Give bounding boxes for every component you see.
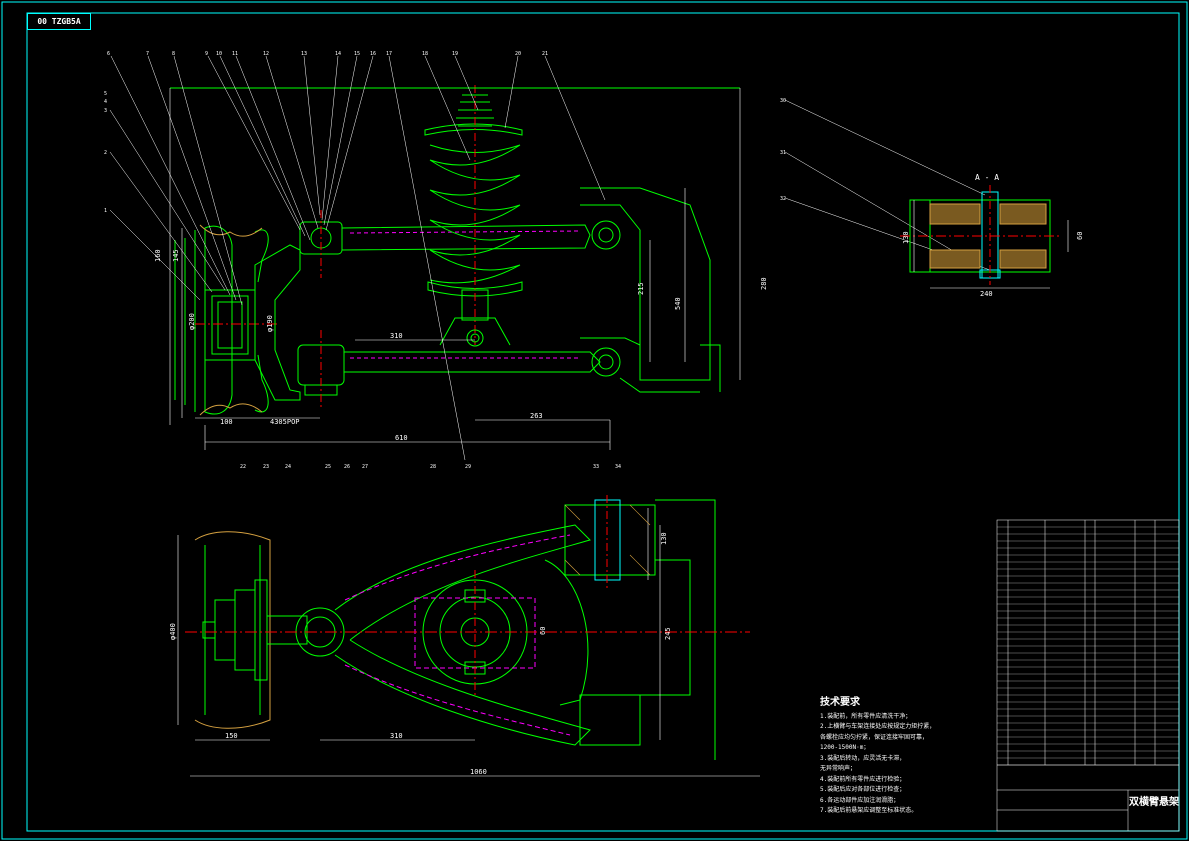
note-line: 无异常响声； xyxy=(820,765,857,772)
balloon-18: 18 xyxy=(422,51,428,57)
front-dim-text: 160 145 310 215 540 280 263 610 100 4305… xyxy=(154,249,768,442)
balloon-29: 29 xyxy=(465,464,471,470)
dim-310-plan: 310 xyxy=(390,732,403,740)
balloon-22: 22 xyxy=(240,464,246,470)
balloon-11: 11 xyxy=(232,51,238,57)
note-line: 1.装配前，所有零件应清洗干净； xyxy=(820,712,912,720)
dim-100: 100 xyxy=(220,418,233,426)
notes-title: 技术要求 xyxy=(820,697,860,708)
inner-border xyxy=(26,12,1180,832)
balloon-8: 8 xyxy=(172,51,175,57)
balloon-34: 34 xyxy=(615,464,621,470)
dim-phi190: φ190 xyxy=(266,315,274,332)
note-line: 各螺栓应均匀拧紧，保证连接牢固可靠， xyxy=(820,733,929,741)
sec-dim-240: 240 xyxy=(980,290,993,298)
note-line: 1200-1500N·m； xyxy=(820,744,870,751)
outer-border xyxy=(1,1,1188,840)
balloon-9: 9 xyxy=(205,51,208,57)
balloon-7: 7 xyxy=(146,51,149,57)
note-line: 5.装配后应对各部位进行检查； xyxy=(820,786,906,793)
dim-245: 245 xyxy=(664,627,672,640)
title-block-name: 双横臂悬架 xyxy=(1129,797,1179,808)
balloon-28: 28 xyxy=(430,464,436,470)
balloon-14: 14 xyxy=(335,51,341,57)
balloon-30: 30 xyxy=(780,98,786,104)
balloon-23: 23 xyxy=(263,464,269,470)
dim-160: 160 xyxy=(154,249,162,262)
bom-table xyxy=(996,519,1180,832)
sec-dim-130: 130 xyxy=(902,231,910,244)
balloon-15: 15 xyxy=(354,51,360,57)
dim-60-plan: 60 xyxy=(539,627,547,635)
balloon-1: 1 xyxy=(104,208,107,214)
drawing-stamp: 00 TZGB5A xyxy=(27,13,91,30)
drawing-sheet: 160 145 310 215 540 280 263 610 100 4305… xyxy=(1,1,1188,840)
balloon-2: 2 xyxy=(104,150,107,156)
dim-610: 610 xyxy=(395,434,408,442)
dim-1060: 1060 xyxy=(470,768,487,776)
note-line: 4.装配前所有零件应进行检验； xyxy=(820,775,906,783)
leader-lines xyxy=(109,55,991,461)
dim-130-plan: 130 xyxy=(660,532,668,545)
note-line: 6.各运动部件应加注润滑脂； xyxy=(820,796,900,804)
dim-215: 215 xyxy=(637,282,645,295)
balloon-12: 12 xyxy=(263,51,269,57)
section-label: A - A xyxy=(975,173,999,182)
technical-notes: 技术要求 1.装配前，所有零件应清洗干净； 2.上横臂与车架连接处应按规定力矩拧… xyxy=(820,697,990,817)
dim-4305pop: 4305POP xyxy=(270,418,300,426)
balloon-20: 20 xyxy=(515,51,521,57)
balloon-19: 19 xyxy=(452,51,458,57)
bom-rows xyxy=(997,526,1179,766)
balloon-31: 31 xyxy=(780,150,786,156)
balloon-6: 6 xyxy=(107,51,110,57)
plan-dimensions xyxy=(177,508,760,777)
note-line: 7.装配后前悬架应调整至标准状态。 xyxy=(820,807,918,814)
dim-540: 540 xyxy=(674,297,682,310)
plan-dim-text: φ400 150 310 1060 245 130 60 xyxy=(169,532,672,776)
balloon-33: 33 xyxy=(593,464,599,470)
balloon-4: 4 xyxy=(104,99,107,105)
dim-phi400: φ400 xyxy=(169,623,177,640)
balloon-21: 21 xyxy=(542,51,548,57)
balloon-3: 3 xyxy=(104,108,107,114)
note-line: 3.装配后转动，应灵活无卡滞， xyxy=(820,754,906,762)
balloon-13: 13 xyxy=(301,51,307,57)
dim-phi200: φ200 xyxy=(188,313,196,330)
balloon-27: 27 xyxy=(362,464,368,470)
sec-dim-60: 60 xyxy=(1076,232,1084,240)
dim-280: 280 xyxy=(760,277,768,290)
section-a-a: A - A 240 130 60 xyxy=(900,173,1084,298)
balloon-26: 26 xyxy=(344,464,350,470)
dim-150: 150 xyxy=(225,732,238,740)
balloon-17: 17 xyxy=(386,51,392,57)
balloon-5: 5 xyxy=(104,91,107,97)
dim-263: 263 xyxy=(530,412,543,420)
balloon-10: 10 xyxy=(216,51,222,57)
balloon-24: 24 xyxy=(285,464,291,470)
balloon-25: 25 xyxy=(325,464,331,470)
balloon-16: 16 xyxy=(370,51,376,57)
note-line: 2.上横臂与车架连接处应按规定力矩拧紧， xyxy=(820,723,936,730)
balloon-32: 32 xyxy=(780,196,786,202)
dim-145: 145 xyxy=(172,249,180,262)
front-view xyxy=(170,85,740,416)
dim-310: 310 xyxy=(390,332,403,340)
